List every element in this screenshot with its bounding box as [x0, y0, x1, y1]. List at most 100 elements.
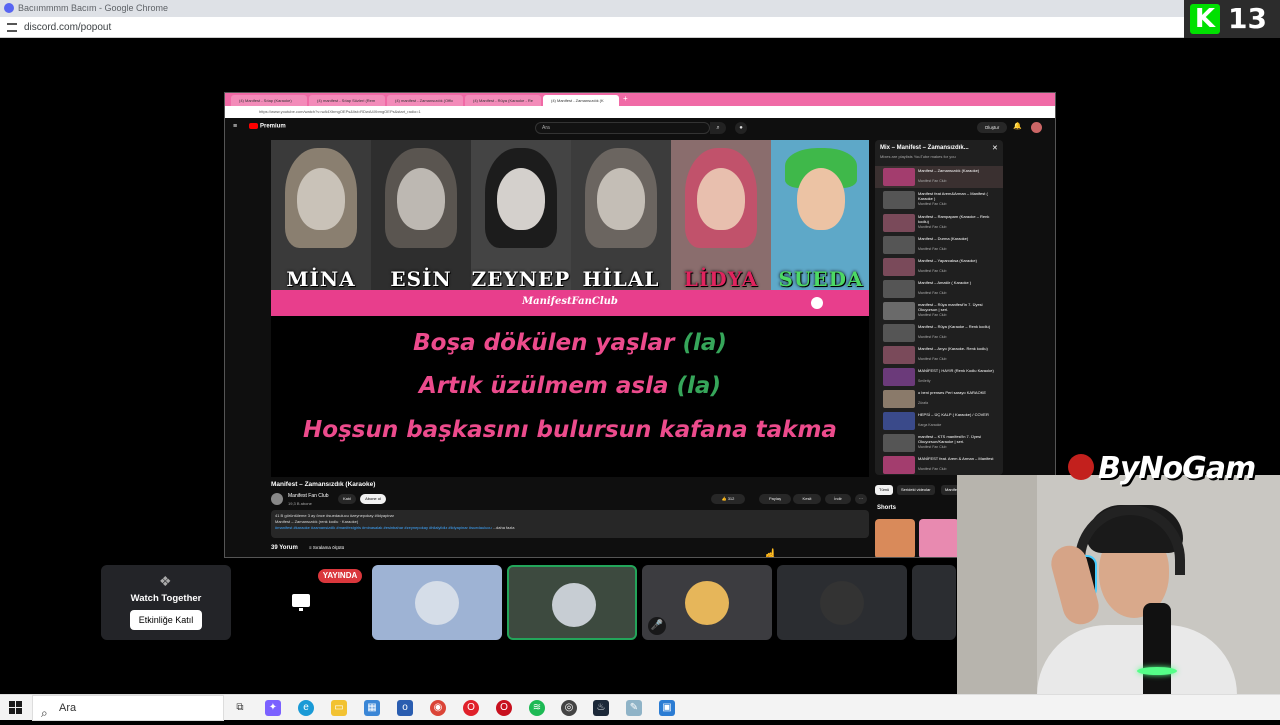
- like-button[interactable]: 👍 312: [711, 494, 745, 504]
- playlist-item[interactable]: HEPSİ – ÜÇ KALP ( Karaoke) / COVER Karga …: [875, 410, 1003, 432]
- video-player[interactable]: MİNA ESİN ZEYNEP HİLAL LİDYA SUEDA Manif…: [271, 140, 869, 477]
- search-icon[interactable]: ⌕: [710, 122, 726, 134]
- stream-tile[interactable]: YAYINDA: [236, 565, 366, 640]
- show-more-link[interactable]: ...daha fazla: [493, 525, 515, 530]
- playlist-item[interactable]: Manifest – Zamansızdık (Karaoke) Manifest…: [875, 166, 1003, 188]
- playlist-item[interactable]: manifest – Rüya manifest'in 7. Üyesi Oku…: [875, 300, 1003, 322]
- taskbar-search-input[interactable]: ⌕ Ara: [32, 695, 224, 721]
- playlist-item-title: o beni prenses Peri sarayo KARAOKE: [918, 390, 987, 395]
- participant-tile[interactable]: [777, 565, 907, 640]
- outlook-icon[interactable]: o: [397, 700, 413, 716]
- store-icon[interactable]: ▦: [364, 700, 380, 716]
- steam-icon[interactable]: ♨: [593, 700, 609, 716]
- brand-logo-icon: [1068, 454, 1094, 480]
- create-button[interactable]: Oluştur: [977, 122, 1007, 133]
- member-face: [597, 168, 645, 230]
- participant-tile-speaking[interactable]: [507, 565, 637, 640]
- spotify-icon[interactable]: ≋: [529, 700, 545, 716]
- member-name: HİLAL: [582, 267, 660, 291]
- notepad-icon[interactable]: ✎: [626, 700, 642, 716]
- discord-favicon-icon: [4, 3, 14, 13]
- opera-gx-icon[interactable]: O: [496, 700, 512, 716]
- mix-playlist-panel: Mix – Manifest – Zamansızdık... Mixes ar…: [875, 140, 1003, 475]
- mic-icon[interactable]: ●: [735, 122, 747, 134]
- playlist-item[interactable]: manifest – KTS manifest'in 7. Üyesi Okuy…: [875, 432, 1003, 454]
- playlist-item-channel: Manifest Fan Club: [918, 467, 947, 471]
- site-settings-icon[interactable]: [7, 23, 17, 32]
- join-activity-button[interactable]: Etkinliğe Katıl: [130, 610, 202, 630]
- close-icon[interactable]: ✕: [992, 144, 998, 152]
- member-photo: HİLAL: [571, 140, 671, 291]
- playlist-item[interactable]: o beni prenses Peri sarayo KARAOKE Zürafa: [875, 388, 1003, 410]
- download-button[interactable]: İndir: [825, 494, 851, 504]
- playlist-item-title: MANİFEST feat. Arem & Arman – Manifest: [918, 456, 994, 461]
- chip-all[interactable]: Tümü: [875, 485, 894, 495]
- outer-url-text: discord.com/popout: [24, 22, 112, 33]
- participant-tile[interactable]: 🎤: [642, 565, 772, 640]
- playlist-item-channel: Manifest Fan Club: [918, 269, 947, 273]
- playlist-item-channel: Manifest Fan Club: [918, 225, 947, 229]
- avatar: [820, 581, 864, 625]
- playlist-item[interactable]: Manifest – Yaparcaksa (Karaoke) Manifest …: [875, 256, 1003, 278]
- youtube-search-input[interactable]: Ara: [535, 122, 710, 134]
- join-button[interactable]: Katıl: [338, 494, 356, 504]
- playlist-item[interactable]: Manifest – Rampapam (Karaoke – Renk kodl…: [875, 212, 1003, 234]
- copilot-icon[interactable]: ✦: [265, 700, 281, 716]
- opera-icon[interactable]: O: [463, 700, 479, 716]
- outer-address-bar[interactable]: discord.com/popout: [0, 17, 1280, 38]
- edge-icon[interactable]: e: [298, 700, 314, 716]
- chrome-icon[interactable]: ◉: [430, 700, 446, 716]
- lyric-line: Artık üzülmem asla (la): [271, 373, 869, 399]
- chip-series[interactable]: Serideki videolar: [897, 485, 935, 495]
- playlist-item[interactable]: Manifest – Durma (Karaoke) Manifest Fan C…: [875, 234, 1003, 256]
- comment-count: 39 Yorum: [271, 545, 298, 551]
- shorts-label: Shorts: [877, 505, 897, 511]
- file-explorer-icon[interactable]: ▭: [331, 700, 347, 716]
- member-face: [797, 168, 845, 230]
- shared-tab[interactable]: (4) manifest - Zamansızdık (Offic: [387, 95, 463, 106]
- avatar[interactable]: [1031, 122, 1042, 133]
- participant-tile[interactable]: [912, 565, 956, 640]
- lyric-line: Hoşsun başkasını bulursun kafana takma: [271, 417, 869, 443]
- shared-tab-active[interactable]: (4) Manifest - Zamansızdık (K: [543, 95, 619, 106]
- member-photo: LİDYA: [671, 140, 771, 291]
- channel-subscribers: 19,3 B abone: [288, 501, 312, 506]
- channel-name[interactable]: Manifest Fan Club: [288, 493, 329, 499]
- youtube-logo[interactable]: Premium: [249, 123, 286, 130]
- sort-button[interactable]: ≡ Sıralama ölçütü: [309, 545, 344, 550]
- short-thumbnail[interactable]: [875, 519, 915, 557]
- playlist-item[interactable]: Manifest – Rüya (Karaoke – Renk kodlu) Ma…: [875, 322, 1003, 344]
- playlist-item-channel: Manifest Fan Club: [918, 357, 947, 361]
- more-icon[interactable]: ⋯: [855, 494, 867, 504]
- description-tags[interactable]: #manifest #karaoke #zamansizdik #manifes…: [275, 525, 492, 530]
- subscribe-button[interactable]: Abone ol: [360, 494, 386, 504]
- shared-tab[interactable]: (4) manifest - Sıtap Sözleri (Rem: [309, 95, 385, 106]
- watch-together-tile[interactable]: ❖ Watch Together Etkinliğe Katıl: [101, 565, 231, 640]
- shared-tab[interactable]: (4) Manifest - Rüya (Karaoke - Re: [465, 95, 541, 106]
- playlist-thumb: [883, 456, 915, 474]
- progress-dot-icon[interactable]: [811, 297, 823, 309]
- new-tab-icon[interactable]: +: [623, 94, 628, 103]
- shared-tab[interactable]: (4) Manifest - Sıtap (Karaoke): [231, 95, 307, 106]
- task-view-icon[interactable]: ⧉: [232, 700, 248, 716]
- screen-share-view[interactable]: (4) Manifest - Sıtap (Karaoke) (4) manif…: [224, 92, 1056, 558]
- menu-icon[interactable]: ≡: [233, 123, 237, 130]
- playlist-item[interactable]: MANİFEST feat. Arem & Arman – Manifest Ma…: [875, 454, 1003, 475]
- obs-icon[interactable]: ◎: [561, 700, 577, 716]
- playlist-item[interactable]: MANİFEST | HAYIR (Renk Kodlu Karaoke) Smi…: [875, 366, 1003, 388]
- channel-avatar[interactable]: [271, 493, 283, 505]
- short-thumbnail[interactable]: [919, 519, 959, 557]
- playlist-item[interactable]: Manifest – Amatör ( Karaoke ) Manifest Fa…: [875, 278, 1003, 300]
- playlist-item[interactable]: Manifest – Arıyo (Karaoke- Renk kodlu) Ma…: [875, 344, 1003, 366]
- playlist-item[interactable]: Manifest feat Arem&Arman – Manifest ( Ka…: [875, 189, 1003, 211]
- windows-start-icon[interactable]: [9, 701, 22, 714]
- participant-tile[interactable]: [372, 565, 502, 640]
- lyric-text: Boşa dökülen yaşlar: [413, 330, 683, 356]
- playlist-item-channel: Manifest Fan Club: [918, 291, 947, 295]
- bell-icon[interactable]: 🔔: [1013, 122, 1022, 130]
- clip-button[interactable]: Kesit: [793, 494, 821, 504]
- app-window-icon[interactable]: ▣: [659, 700, 675, 716]
- shared-address-bar[interactable]: https://www.youtube.com/watch?v=wA4XbmgO…: [225, 106, 1055, 118]
- share-button[interactable]: Paylaş: [759, 494, 791, 504]
- video-description[interactable]: 41 B görüntüleme 3 ay önce #suedaulucu #…: [271, 510, 869, 538]
